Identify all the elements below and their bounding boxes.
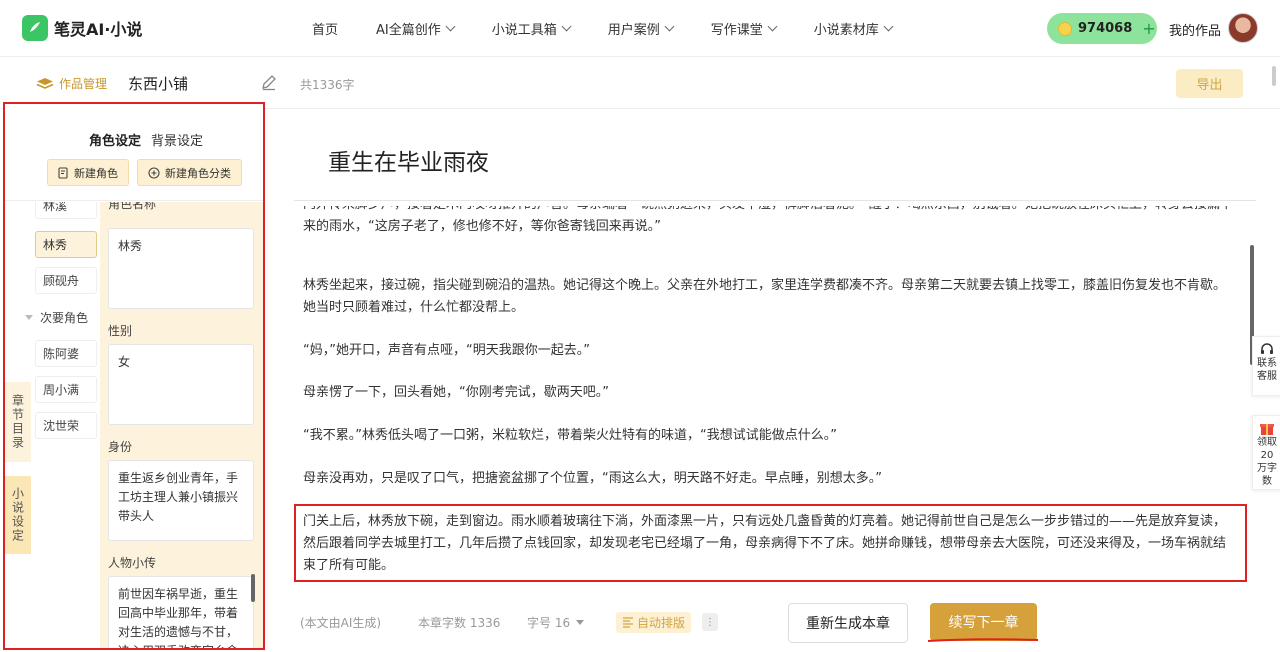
add-coins-icon[interactable]: + <box>1142 19 1155 38</box>
character-form: 角色名称 林秀 性别 女 身份 重生返乡创业青年，手工坊主理人兼小镇振兴带头人 … <box>100 202 263 648</box>
format-icon <box>623 617 633 628</box>
list-item[interactable]: 林溪 <box>35 202 97 219</box>
regenerate-button[interactable]: 重新生成本章 <box>788 603 908 643</box>
gift-icon <box>1260 424 1274 435</box>
auto-layout-button[interactable]: 自动排版 <box>616 612 692 633</box>
list-item[interactable]: 周小满 <box>35 376 97 403</box>
headset-icon <box>1261 343 1273 354</box>
coin-balance[interactable]: 974068 + <box>1047 13 1157 44</box>
name-label: 角色名称 <box>108 202 157 211</box>
export-button[interactable]: 导出 <box>1176 69 1243 98</box>
tab-character[interactable]: 角色设定 <box>89 130 141 149</box>
scrollbar[interactable] <box>251 574 255 602</box>
name-field[interactable]: 林秀 <box>108 228 254 309</box>
paragraph: 门外传来脚步声，接着是木门吱呀推开的声音。母亲端着一碗热粥进来，头发半湿，裤脚沾… <box>303 206 1233 234</box>
chevron-down-icon <box>664 21 675 32</box>
list-item[interactable]: 顾砚舟 <box>35 267 97 294</box>
chevron-down-icon <box>445 21 456 32</box>
new-category-button[interactable]: 新建角色分类 <box>137 159 242 186</box>
group-secondary[interactable]: 次要角色 <box>25 309 88 326</box>
chevron-down-icon <box>25 315 33 320</box>
chevron-down-icon <box>767 21 778 32</box>
identity-field[interactable]: 重生返乡创业青年，手工坊主理人兼小镇振兴带头人 <box>108 460 254 541</box>
word-total: 共1336字 <box>300 78 355 92</box>
tab-background[interactable]: 背景设定 <box>151 130 203 149</box>
main-nav: 首页 AI全篇创作 小说工具箱 用户案例 写作课堂 小说素材库 <box>312 19 930 38</box>
brand-logo[interactable]: 笔灵AI·小说 <box>22 15 142 41</box>
plus-circle-icon <box>148 166 160 179</box>
top-navbar: 笔灵AI·小说 首页 AI全篇创作 小说工具箱 用户案例 写作课堂 小说素材库 … <box>0 0 1280 57</box>
new-file-icon <box>58 166 68 179</box>
panel-tabs: 角色设定 背景设定 <box>89 130 203 149</box>
more-options-icon[interactable]: ⋮ <box>702 613 718 631</box>
chevron-down-icon <box>576 620 585 625</box>
annotation-underline <box>927 638 1039 642</box>
list-item[interactable]: 林秀 <box>35 231 97 258</box>
divider <box>5 200 263 201</box>
logo-icon <box>22 15 48 41</box>
paragraph: 林秀坐起来，接过碗，指尖碰到碗沿的温热。她记得这个晚上。父亲在外地打工，家里连学… <box>303 278 1227 315</box>
identity-label: 身份 <box>108 440 133 454</box>
font-size-select[interactable]: 字号 16 <box>527 614 585 631</box>
character-list: 林溪 林秀 顾砚舟 次要角色 陈阿婆 周小满 沈世荣 <box>17 202 105 648</box>
brand-name: 笔灵AI·小说 <box>54 20 143 39</box>
nav-home[interactable]: 首页 <box>312 19 338 38</box>
chapter-word-count: 本章字数 1336 <box>418 616 501 630</box>
coin-icon <box>1058 21 1072 36</box>
highlight-box <box>294 504 1247 582</box>
paragraph: “我不累。”林秀低头喝了一口粥，米粒软烂，带着柴火灶特有的味道，“我想试试能做点… <box>303 428 837 443</box>
character-settings-panel: 角色设定 背景设定 新建角色 新建角色分类 章节目录 小说设定 林溪 林秀 顾砚… <box>3 102 265 650</box>
avatar[interactable] <box>1228 13 1258 43</box>
nav-class[interactable]: 写作课堂 <box>711 19 778 38</box>
divider <box>294 200 1256 201</box>
bio-field[interactable]: 前世因车祸早逝，重生回高中毕业那年，带着对生活的遗憾与不甘，决心用双手改变家乡命 <box>108 576 254 648</box>
new-character-button[interactable]: 新建角色 <box>47 159 129 186</box>
scrollbar[interactable] <box>1272 66 1276 86</box>
list-item[interactable]: 陈阿婆 <box>35 340 97 367</box>
nav-toolbox[interactable]: 小说工具箱 <box>492 19 572 38</box>
paragraph: 母亲没再劝，只是叹了口气，把搪瓷盆挪了个位置，“雨这么大，明天路不好走。早点睡，… <box>303 471 882 486</box>
paragraph: 母亲愣了一下，回头看她，“你刚考完试，歇两天吧。” <box>303 385 609 400</box>
customer-service-button[interactable]: 联系客服 <box>1252 336 1280 396</box>
nav-ai-full[interactable]: AI全篇创作 <box>376 19 456 38</box>
chevron-down-icon <box>561 21 572 32</box>
bio-label: 人物小传 <box>108 556 157 570</box>
chevron-down-icon <box>883 21 894 32</box>
work-title: 东西小铺 <box>128 75 189 93</box>
chapter-title[interactable]: 重生在毕业雨夜 <box>328 143 489 177</box>
edit-icon[interactable] <box>260 73 278 91</box>
work-manage-link[interactable]: 作品管理 <box>36 75 107 92</box>
panel-actions: 新建角色 新建角色分类 <box>47 159 242 186</box>
coin-count: 974068 <box>1078 21 1133 36</box>
layers-icon <box>36 77 54 89</box>
nav-materials[interactable]: 小说素材库 <box>814 19 894 38</box>
my-works-link[interactable]: 我的作品 <box>1169 20 1221 39</box>
paragraph: “妈，”她开口，声音有点哑，“明天我跟你一起去。” <box>303 343 590 358</box>
nav-cases[interactable]: 用户案例 <box>608 19 675 38</box>
list-item[interactable]: 沈世荣 <box>35 412 97 439</box>
gender-label: 性别 <box>108 324 133 338</box>
claim-words-button[interactable]: 领取20万字数 <box>1252 415 1280 490</box>
gender-field[interactable]: 女 <box>108 344 254 425</box>
ai-note: (本文由AI生成) <box>300 616 382 630</box>
